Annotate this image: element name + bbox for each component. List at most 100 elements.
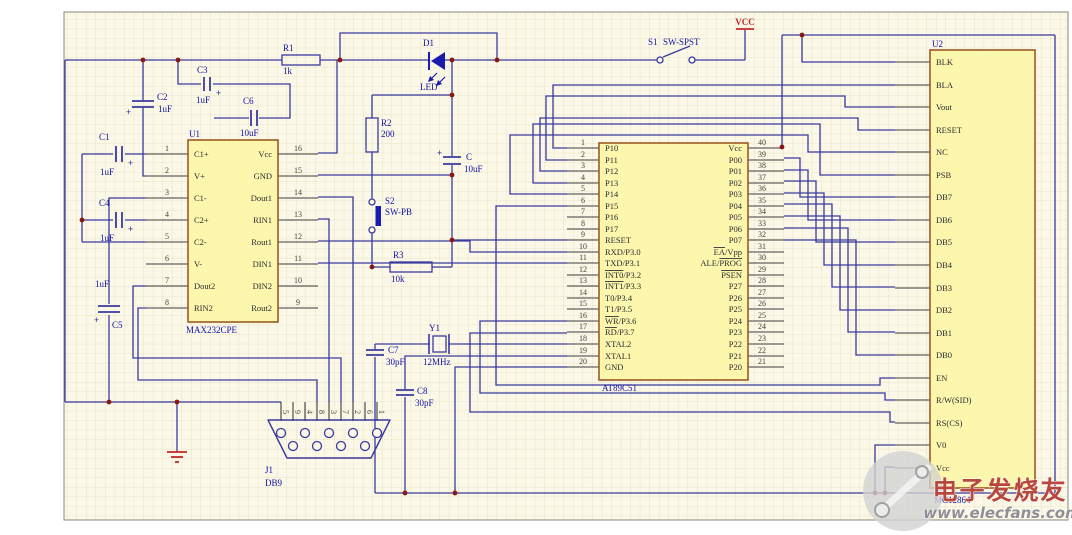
mcu-pin-number: 34 — [758, 207, 766, 216]
label-u1-part: MAX232CPE — [186, 325, 238, 335]
db9-pin-number: 1 — [377, 410, 386, 414]
u1-pin-number: 9 — [296, 298, 300, 307]
mcu-pin-number: 14 — [579, 288, 587, 297]
mcu-pin-number: 20 — [579, 357, 587, 366]
mcu-pin-number: 27 — [758, 288, 766, 297]
mcu-pin-name: RESET — [605, 235, 632, 245]
capacitor-polarity-mark: + — [128, 224, 133, 234]
pushbutton-actuator — [376, 206, 382, 226]
u2-pin-name: Vcc — [936, 463, 950, 473]
schematic-page: 1C1+2V+3C1-4C2+5C2-6V-7Dout28RIN216Vcc15… — [0, 0, 1072, 535]
db9-hole — [289, 442, 298, 451]
mcu-pin-name: INT0/P3.2 — [605, 270, 641, 280]
u1-pin-number: 12 — [294, 232, 302, 241]
mcu-pin-number: 16 — [579, 311, 587, 320]
u2-pin-name: DB4 — [936, 260, 953, 270]
db9-pin-number: 5 — [281, 410, 290, 414]
label-parts-d1-d: D1 — [423, 38, 434, 48]
mcu-pin-number: 24 — [758, 322, 766, 331]
label-parts-c8-v: 30pF — [415, 398, 434, 408]
label-parts-s2-d: S2 — [385, 196, 395, 206]
mcu-pin-name: P10 — [605, 143, 618, 153]
mcu-pin-name: WR/P3.6 — [605, 316, 636, 326]
u2-pin-name: RESET — [936, 125, 963, 135]
mcu-pin-name: EA/Vpp — [714, 247, 742, 257]
u1-pin-name: C1- — [194, 193, 207, 203]
mcu-pin-name: P24 — [729, 316, 743, 326]
label-parts-s1-v: SW-SPST — [663, 37, 700, 47]
label-parts-r3-d: R3 — [393, 250, 404, 260]
mcu-pin-number: 8 — [581, 219, 585, 228]
pushbutton-terminal — [369, 227, 375, 233]
label-parts-c9-d: C — [466, 152, 472, 162]
db9-hole — [361, 442, 370, 451]
mcu-pin-number: 5 — [581, 184, 585, 193]
u2-pin-name: DB5 — [936, 237, 952, 247]
label-j1-designator: J1 — [265, 465, 273, 475]
db9-hole — [337, 442, 346, 451]
db9-pin-number: 9 — [293, 410, 302, 414]
mcu-pin-name: PSEN — [721, 270, 742, 280]
capacitor-polarity-mark: + — [437, 148, 442, 158]
junction-dot — [338, 58, 343, 63]
u1-pin-number: 8 — [165, 298, 169, 307]
label-parts-r1-d: R1 — [283, 43, 294, 53]
u2-pin-name: EN — [936, 373, 947, 383]
mcu-pin-number: 18 — [579, 334, 587, 343]
watermark-logo-dot — [875, 503, 889, 517]
label-u2-designator: U2 — [932, 39, 943, 49]
u1-pin-number: 10 — [294, 276, 302, 285]
label-parts-s1-d: S1 — [648, 37, 658, 47]
u1-pin-number: 5 — [165, 232, 169, 241]
mcu-pin-number: 1 — [581, 138, 585, 147]
label-parts-c9-v: 10uF — [464, 164, 483, 174]
u1-pin-name: Rout1 — [251, 237, 272, 247]
label-parts-r2-v: 200 — [381, 129, 395, 139]
u2-pin-name: DB0 — [936, 350, 952, 360]
db9-pin-number: 8 — [317, 410, 326, 414]
u1-pin-name: GND — [254, 171, 272, 181]
db9-pin-number: 3 — [329, 410, 338, 414]
mcu-pin-name: P25 — [729, 304, 742, 314]
label-parts-c7-d: C7 — [388, 345, 399, 355]
capacitor-polarity-mark: + — [126, 107, 131, 117]
watermark-site-text: www.elecfans.com — [923, 504, 1072, 522]
db9-pin-number: 7 — [341, 410, 350, 414]
u2-pin-name: DB2 — [936, 305, 952, 315]
mcu-pin-number: 23 — [758, 334, 766, 343]
db9-hole — [277, 429, 286, 438]
label-u1-designator: U1 — [189, 129, 200, 139]
label-parts-c3-d: C3 — [197, 65, 208, 75]
u1-pin-name: RIN1 — [253, 215, 272, 225]
u1-pin-name: Rout2 — [251, 303, 272, 313]
u2-pin-name: BLA — [936, 80, 954, 90]
mcu-pin-number: 36 — [758, 184, 766, 193]
u1-pin-name: RIN2 — [194, 303, 213, 313]
mcu-pin-number: 15 — [579, 299, 587, 308]
u2-pin-name: DB7 — [936, 192, 952, 202]
mcu-pin-number: 6 — [581, 196, 585, 205]
mcu-pin-number: 7 — [581, 207, 585, 216]
u1-pin-name: Dout1 — [251, 193, 272, 203]
mcu-pin-number: 19 — [579, 346, 587, 355]
switch-terminal — [689, 57, 695, 63]
label-parts-c2-v: 1uF — [158, 104, 172, 114]
u2-pin-name: Vout — [936, 102, 953, 112]
u2-pin-name: PSB — [936, 170, 951, 180]
mcu-pin-name: P00 — [729, 155, 742, 165]
mcu-pin-number: 3 — [581, 161, 585, 170]
u1-pin-name: C1+ — [194, 149, 209, 159]
mcu-pin-name: P06 — [729, 224, 742, 234]
db9-pin-number: 2 — [353, 410, 362, 414]
junction-dot — [370, 265, 375, 270]
u1-pin-number: 4 — [165, 210, 169, 219]
mcu-pin-name: P04 — [729, 201, 743, 211]
junction-dot — [780, 145, 785, 150]
mcu-pin-name: P12 — [605, 166, 618, 176]
mcu-pin-name: P02 — [729, 178, 742, 188]
u2-pin-name: RS(CS) — [936, 418, 963, 428]
label-parts-c6-d: C6 — [243, 96, 254, 106]
label-parts-c1-v: 1uF — [100, 167, 114, 177]
junction-dot — [107, 400, 112, 405]
capacitor-polarity-mark: + — [128, 158, 133, 168]
